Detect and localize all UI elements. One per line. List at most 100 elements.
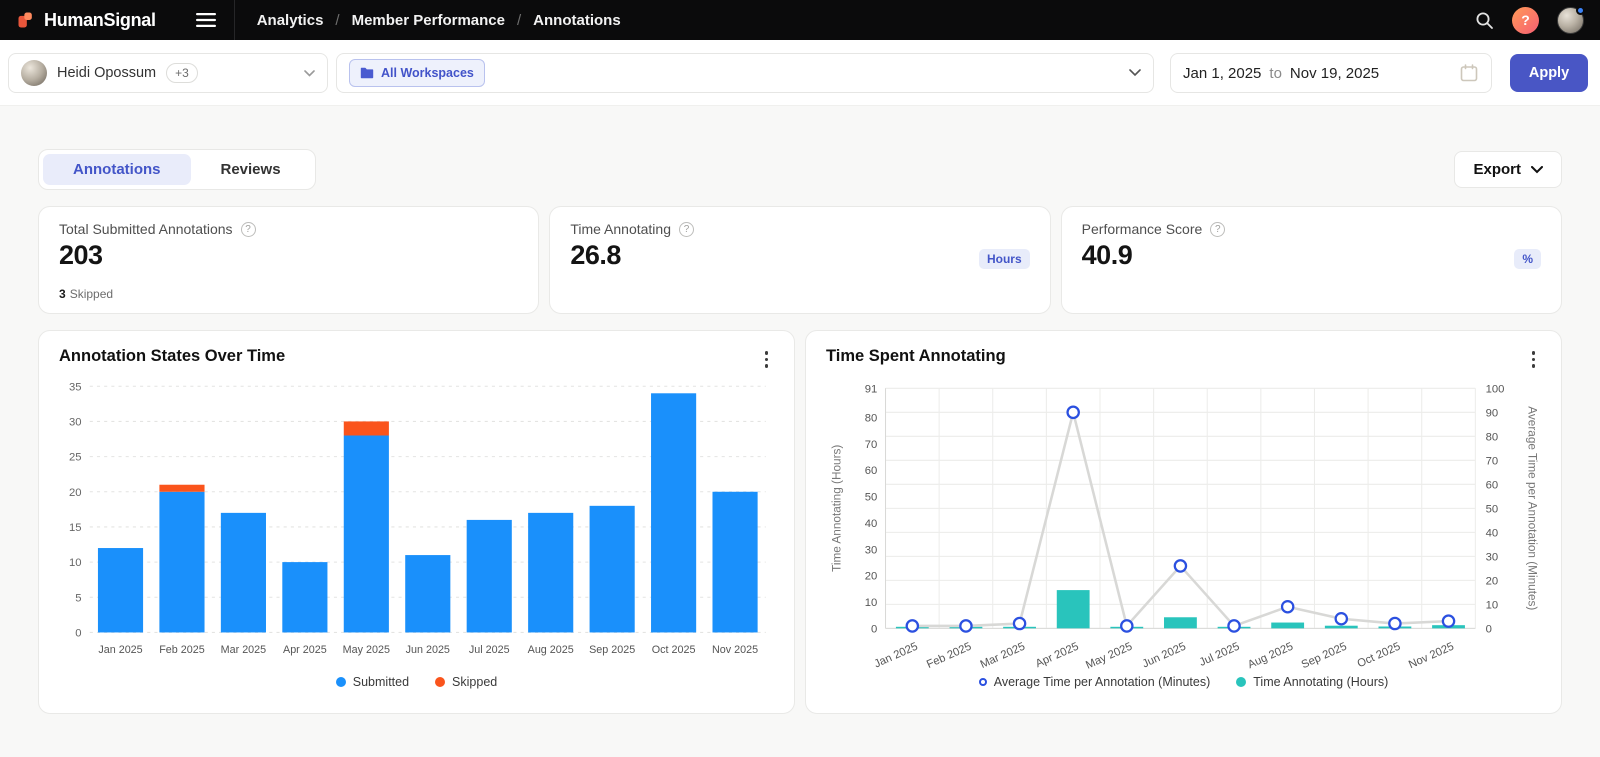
annotation-states-chart: 05101520253035Jan 2025Feb 2025Mar 2025Ap… bbox=[59, 376, 774, 676]
menu-icon[interactable] bbox=[186, 0, 226, 40]
member-avatar bbox=[21, 60, 47, 86]
unit-badge: Hours bbox=[979, 249, 1030, 269]
stat-card-title: Performance Score bbox=[1082, 221, 1203, 237]
breadcrumb-member-performance[interactable]: Member Performance bbox=[352, 12, 505, 29]
svg-text:80: 80 bbox=[865, 412, 878, 424]
stat-card-title: Total Submitted Annotations bbox=[59, 221, 233, 237]
svg-text:91: 91 bbox=[865, 383, 878, 395]
legend-dot-icon bbox=[336, 677, 346, 687]
svg-text:Mar 2025: Mar 2025 bbox=[979, 640, 1027, 670]
charts-row: Annotation States Over Time 0 5 10 15 20 25 30… bbox=[38, 330, 1562, 714]
legend-item-average-time[interactable]: Average Time per Annotation (Minutes) bbox=[979, 675, 1211, 689]
filter-bar: Heidi Opossum +3 All Workspaces Jan 1, 2… bbox=[0, 40, 1600, 106]
time-spent-chart-card: Time Spent Annotating 010203040506070809… bbox=[805, 330, 1562, 714]
svg-text:30: 30 bbox=[865, 544, 878, 556]
svg-text:40: 40 bbox=[865, 517, 878, 529]
legend-label: Skipped bbox=[452, 675, 497, 689]
date-range-start: Jan 1, 2025 bbox=[1183, 65, 1261, 82]
stat-card-value: 203 bbox=[59, 240, 518, 271]
svg-text:May 2025: May 2025 bbox=[343, 643, 390, 655]
legend-item-time-annotating[interactable]: Time Annotating (Hours) bbox=[1236, 675, 1388, 689]
svg-text:Jan 2025: Jan 2025 bbox=[98, 643, 142, 655]
legend-label: Submitted bbox=[353, 675, 409, 689]
breadcrumb-separator: / bbox=[335, 12, 339, 29]
svg-text:Nov 2025: Nov 2025 bbox=[712, 643, 758, 655]
member-select[interactable]: Heidi Opossum +3 bbox=[8, 53, 328, 93]
svg-text:80: 80 bbox=[1486, 431, 1499, 443]
svg-text:70: 70 bbox=[865, 438, 878, 450]
date-range-picker[interactable]: Jan 1, 2025 to Nov 19, 2025 bbox=[1170, 53, 1492, 93]
svg-text:Jul 2025: Jul 2025 bbox=[469, 643, 510, 655]
export-button-label: Export bbox=[1473, 161, 1521, 178]
legend-label: Average Time per Annotation (Minutes) bbox=[994, 675, 1211, 689]
chevron-down-icon bbox=[304, 70, 315, 77]
stat-card-title: Time Annotating bbox=[570, 221, 671, 237]
svg-text:60: 60 bbox=[865, 465, 878, 477]
brand-logo[interactable]: HumanSignal bbox=[16, 10, 156, 31]
breadcrumb-annotations[interactable]: Annotations bbox=[533, 12, 621, 29]
svg-text:Mar 2025: Mar 2025 bbox=[221, 643, 266, 655]
stat-cards: Total Submitted Annotations ? 203 3 Skipp… bbox=[38, 206, 1562, 314]
logo-icon bbox=[16, 10, 36, 30]
skipped-label: Skipped bbox=[70, 287, 113, 301]
svg-text:Average Time per Annotation (M: Average Time per Annotation (Minutes) bbox=[1526, 406, 1539, 610]
stat-card-performance-score: Performance Score ? 40.9 % bbox=[1061, 206, 1562, 314]
stat-card-value: 40.9 bbox=[1082, 240, 1541, 271]
apply-button[interactable]: Apply bbox=[1510, 54, 1588, 92]
svg-text:Oct 2025: Oct 2025 bbox=[652, 643, 696, 655]
svg-text:30: 30 bbox=[69, 416, 82, 428]
brand-name: HumanSignal bbox=[44, 10, 156, 31]
workspace-chip-label: All Workspaces bbox=[381, 66, 474, 80]
divider bbox=[234, 0, 235, 40]
svg-text:Time Annotating (Hours): Time Annotating (Hours) bbox=[830, 444, 843, 571]
member-extra-count: +3 bbox=[166, 63, 198, 83]
question-circle-icon[interactable]: ? bbox=[1210, 222, 1225, 237]
breadcrumb-separator: / bbox=[517, 12, 521, 29]
legend-item-submitted[interactable]: Submitted bbox=[336, 675, 409, 689]
svg-text:35: 35 bbox=[69, 381, 82, 393]
svg-text:5: 5 bbox=[75, 592, 81, 604]
chart-title: Annotation States Over Time bbox=[59, 347, 285, 366]
svg-text:15: 15 bbox=[69, 522, 82, 534]
svg-text:Jun 2025: Jun 2025 bbox=[406, 643, 450, 655]
svg-text:Jan 2025: Jan 2025 bbox=[872, 640, 919, 670]
time-spent-chart: 0102030405060708091010203040506070809010… bbox=[826, 376, 1541, 684]
user-menu-avatar[interactable] bbox=[1557, 7, 1584, 34]
chevron-down-icon bbox=[1129, 69, 1141, 77]
breadcrumb-analytics[interactable]: Analytics bbox=[257, 12, 324, 29]
kebab-icon[interactable] bbox=[1526, 347, 1542, 372]
svg-text:90: 90 bbox=[1486, 407, 1499, 419]
export-button[interactable]: Export bbox=[1454, 151, 1562, 188]
tab-annotations[interactable]: Annotations bbox=[43, 154, 191, 185]
unit-badge: % bbox=[1514, 249, 1541, 269]
workspace-chip[interactable]: All Workspaces bbox=[349, 59, 485, 87]
tab-group: Annotations Reviews bbox=[38, 149, 316, 190]
legend-item-skipped[interactable]: Skipped bbox=[435, 675, 497, 689]
svg-text:10: 10 bbox=[1486, 599, 1499, 611]
svg-text:20: 20 bbox=[865, 570, 878, 582]
svg-text:Sep 2025: Sep 2025 bbox=[1300, 640, 1349, 671]
question-circle-icon[interactable]: ? bbox=[679, 222, 694, 237]
search-icon[interactable] bbox=[1475, 11, 1494, 30]
svg-text:100: 100 bbox=[1486, 383, 1505, 395]
svg-text:0: 0 bbox=[1486, 623, 1492, 635]
calendar-icon bbox=[1459, 63, 1479, 83]
chart-legend: Average Time per Annotation (Minutes) Ti… bbox=[826, 675, 1541, 689]
svg-text:Jun 2025: Jun 2025 bbox=[1141, 640, 1188, 670]
tab-reviews[interactable]: Reviews bbox=[191, 154, 311, 185]
date-range-end: Nov 19, 2025 bbox=[1290, 65, 1379, 82]
workspace-select[interactable]: All Workspaces bbox=[336, 53, 1154, 93]
svg-text:Feb 2025: Feb 2025 bbox=[925, 640, 973, 670]
stat-card-total-submitted: Total Submitted Annotations ? 203 3 Skipp… bbox=[38, 206, 539, 314]
help-icon[interactable]: ? bbox=[1512, 7, 1539, 34]
main-content: Annotations Reviews Export Total Submitt… bbox=[0, 149, 1600, 714]
skipped-count: 3 bbox=[59, 287, 66, 301]
svg-text:50: 50 bbox=[1486, 503, 1499, 515]
svg-text:0: 0 bbox=[75, 627, 81, 639]
svg-text:40: 40 bbox=[1486, 527, 1499, 539]
svg-text:25: 25 bbox=[69, 451, 82, 463]
legend-dot-icon bbox=[1236, 677, 1246, 687]
svg-text:May 2025: May 2025 bbox=[1084, 640, 1134, 671]
kebab-icon[interactable] bbox=[759, 347, 775, 372]
question-circle-icon[interactable]: ? bbox=[241, 222, 256, 237]
